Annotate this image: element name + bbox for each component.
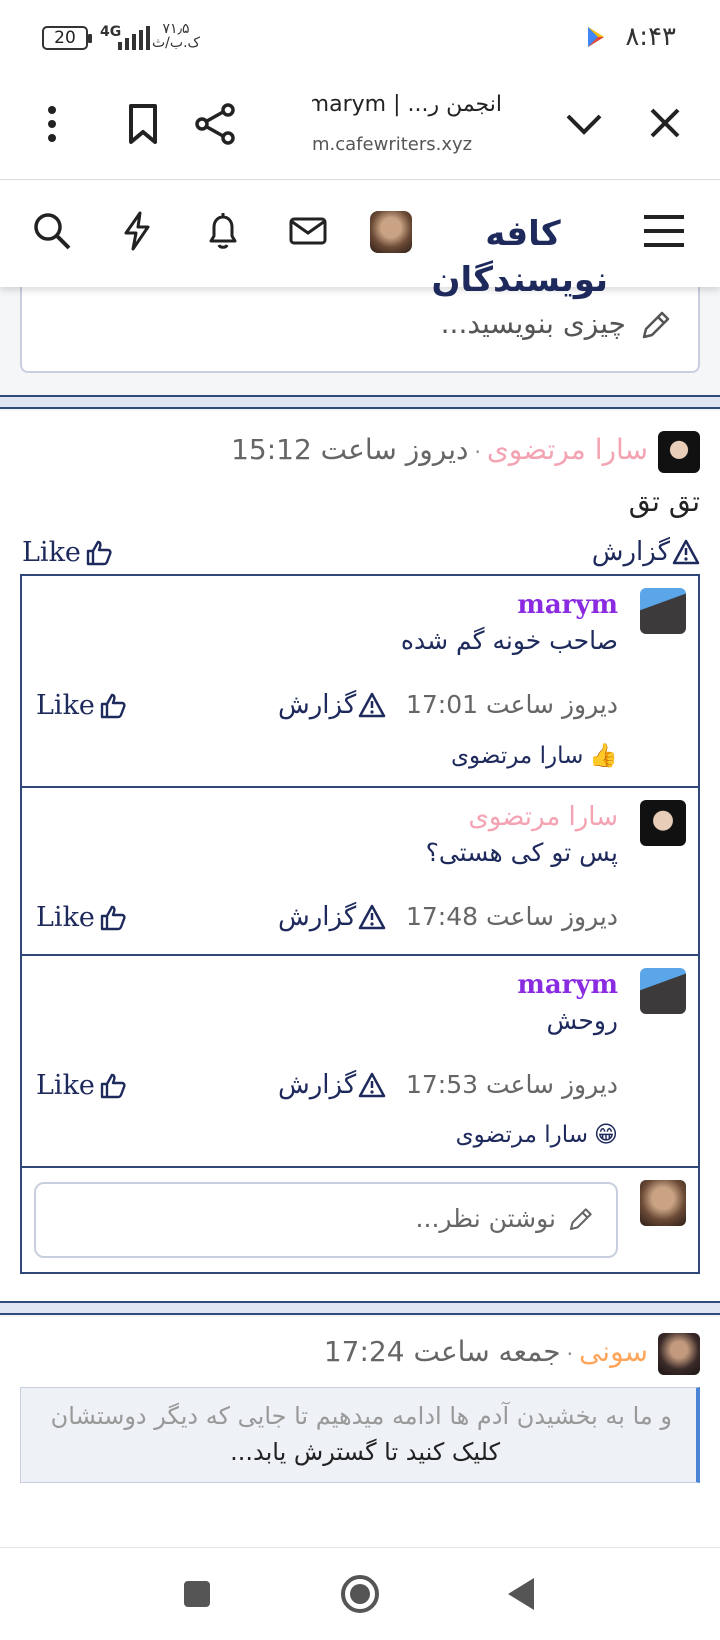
profile-post: سارا مرتضوی·دیروز ساعت 15:12 تق تق گزارش… (0, 411, 720, 1301)
lightning-icon[interactable] (122, 211, 152, 255)
comments-list: marym صاحب خونه گم شده دیروز ساعت 17:01 … (20, 574, 700, 1274)
more-menu-icon[interactable] (40, 102, 64, 150)
site-logo[interactable]: کافه نویسندگان (431, 211, 609, 300)
commenter-name[interactable]: marym (517, 970, 618, 1000)
pencil-icon (638, 309, 672, 347)
comment-text: پس تو کی هستی؟ (425, 838, 618, 867)
comment-placeholder: نوشتن نظر... (415, 1204, 556, 1233)
like-label: Like (22, 537, 81, 568)
close-icon[interactable] (648, 102, 682, 150)
post-time[interactable]: دیروز ساعت 15:12 (231, 433, 468, 466)
chevron-down-icon[interactable] (564, 102, 604, 150)
like-label: Like (36, 902, 95, 933)
report-label: گزارش (278, 1070, 357, 1100)
thumbs-up-icon (100, 693, 126, 718)
signal-icon (118, 24, 150, 50)
hamburger-menu-icon[interactable] (642, 211, 686, 255)
like-label: Like (36, 1070, 95, 1101)
reaction-user: سارا مرتضوی (455, 1122, 589, 1148)
browser-toolbar: انجمن ر... | marym m.cafewriters.xyz (0, 80, 720, 180)
warning-icon (359, 904, 386, 930)
post-meta: سارا مرتضوی·دیروز ساعت 15:12 (231, 433, 648, 466)
reaction-summary[interactable]: 👍 سارا مرتضوی (451, 742, 618, 770)
thumbs-up-icon (86, 540, 112, 565)
user-avatar[interactable] (370, 211, 412, 253)
reaction-summary[interactable]: 😁 سارا مرتضوی (456, 1122, 618, 1148)
notifications-bell-icon[interactable] (205, 211, 241, 255)
like-label: Like (36, 690, 95, 721)
separator (0, 395, 720, 409)
author-avatar[interactable] (658, 1333, 700, 1375)
meta-dot: · (566, 1342, 573, 1366)
like-button[interactable]: Like (36, 902, 127, 933)
network-speed: ۷۱٫۵ ک.ب/ث (152, 22, 200, 50)
like-button[interactable]: Like (36, 1070, 127, 1101)
speed-unit: ک.ب/ث (152, 35, 201, 51)
post-meta: سونی·جمعه ساعت 17:24 (324, 1335, 648, 1368)
pencil-icon (566, 1206, 594, 1238)
recents-icon[interactable] (180, 1574, 214, 1618)
comment-reply-row: نوشتن نظر... (22, 1168, 698, 1272)
comment: سارا مرتضوی پس تو کی هستی؟ دیروز ساعت 17… (22, 788, 698, 956)
reaction-user: سارا مرتضوی (451, 742, 584, 769)
composer-placeholder: چیزی بنویسید... (440, 307, 626, 340)
author-name[interactable]: سارا مرتضوی (487, 433, 648, 466)
meta-dot: · (474, 440, 481, 464)
thumbs-up-icon (100, 905, 126, 930)
comment-text: صاحب خونه گم شده (400, 626, 618, 655)
separator (0, 1301, 720, 1315)
mail-icon[interactable] (288, 211, 328, 255)
comment: marym صاحب خونه گم شده دیروز ساعت 17:01 … (22, 576, 698, 788)
post-time[interactable]: جمعه ساعت 17:24 (324, 1335, 561, 1368)
battery-indicator: 20 (42, 26, 92, 50)
search-icon[interactable] (32, 211, 72, 255)
comment-input[interactable]: نوشتن نظر... (34, 1182, 618, 1258)
back-icon[interactable] (504, 1574, 538, 1618)
commenter-avatar[interactable] (640, 800, 686, 846)
comment-time[interactable]: دیروز ساعت 17:53 (406, 1070, 618, 1099)
comment: marym روحش دیروز ساعت 17:53 گزارش Like 😁… (22, 956, 698, 1168)
profile-post: سونی·جمعه ساعت 17:24 و ما به بخشیدن آدم … (0, 1317, 720, 1547)
report-button[interactable]: گزارش (278, 690, 386, 720)
like-button[interactable]: Like (22, 537, 113, 568)
report-button[interactable]: گزارش (592, 537, 700, 567)
commenter-avatar[interactable] (640, 968, 686, 1014)
report-button[interactable]: گزارش (278, 902, 386, 932)
commenter-name[interactable]: marym (517, 590, 618, 620)
warning-icon (672, 539, 700, 565)
commenter-name[interactable]: سارا مرتضوی (468, 802, 618, 832)
site-header: کافه نویسندگان (0, 181, 720, 300)
expand-link[interactable]: کلیک کنید تا گسترش یابد... (230, 1438, 500, 1466)
report-button[interactable]: گزارش (278, 1070, 386, 1100)
main-content: چیزی بنویسید... سارا مرتضوی·دیروز ساعت 1… (0, 287, 720, 1547)
share-icon[interactable] (194, 102, 238, 150)
reaction-emoji: 👍 (589, 743, 618, 769)
bookmark-icon[interactable] (126, 102, 160, 150)
clock: ۸:۴۳ (625, 22, 676, 52)
commenter-avatar[interactable] (640, 588, 686, 634)
play-store-icon (586, 26, 606, 52)
like-button[interactable]: Like (36, 690, 127, 721)
report-label: گزارش (278, 902, 357, 932)
status-bar: ۸:۴۳ 20 4G ۷۱٫۵ ک.ب/ث (0, 0, 720, 80)
tab-title: انجمن ر... | marym (312, 92, 502, 117)
comment-text: روحش (546, 1006, 618, 1035)
warning-icon (359, 1072, 386, 1098)
url-text[interactable]: m.cafewriters.xyz (312, 134, 482, 155)
comment-time[interactable]: دیروز ساعت 17:01 (406, 690, 618, 719)
quote-text: و ما به بخشیدن آدم ها ادامه میدهیم تا جا… (50, 1402, 672, 1430)
system-navigation-bar (0, 1547, 720, 1640)
reaction-emoji: 😁 (594, 1122, 618, 1148)
author-name[interactable]: سونی (579, 1335, 648, 1368)
author-avatar[interactable] (658, 431, 700, 473)
warning-icon (359, 692, 386, 718)
post-body: تق تق (628, 485, 700, 518)
comment-time[interactable]: دیروز ساعت 17:48 (406, 902, 618, 931)
my-avatar (640, 1180, 686, 1226)
collapsed-quote[interactable]: و ما به بخشیدن آدم ها ادامه میدهیم تا جا… (20, 1387, 700, 1483)
thumbs-up-icon (100, 1073, 126, 1098)
report-label: گزارش (591, 537, 670, 567)
home-icon[interactable] (338, 1574, 382, 1618)
report-label: گزارش (278, 690, 357, 720)
